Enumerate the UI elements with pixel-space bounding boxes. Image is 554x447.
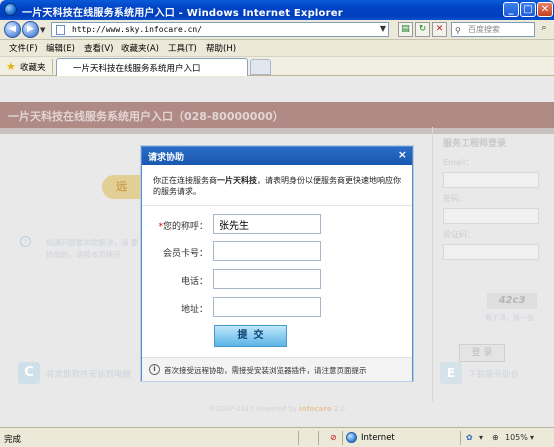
tab-bar: ★ 收藏夹 一片天科技在线服务系统用户入口: [0, 56, 554, 76]
search-input[interactable]: 百度搜索: [468, 25, 500, 34]
email-field[interactable]: [443, 172, 539, 188]
footer-brand: infocare: [299, 405, 332, 413]
dialog-header: 请求协助 ×: [142, 147, 412, 165]
captcha-label: 验证码：: [443, 230, 475, 239]
dialog-footer-text: 首次接受远程协助，需接受安装浏览器插件，请注意页面提示: [164, 366, 367, 375]
status-divider: [318, 431, 319, 445]
request-assistance-dialog: 请求协助 × 你正在连接服务商一片天科技，请表明身份以便服务商更快速地响应你的服…: [141, 146, 413, 381]
window-title-bar: 一片天科技在线服务系统用户入口 - Windows Internet Explo…: [0, 0, 554, 20]
dialog-intro: 你正在连接服务商一片天科技，请表明身份以便服务商更快速地响应你的服务请求。: [153, 175, 408, 197]
menu-edit[interactable]: 编辑(E): [46, 42, 75, 54]
privacy-icon[interactable]: ✿: [466, 433, 473, 442]
intro-company: 一片天科技: [217, 176, 257, 185]
maximize-button[interactable]: □: [520, 2, 536, 17]
zoom-level[interactable]: 105%: [505, 433, 528, 442]
engineer-login-button[interactable]: 登 录: [459, 344, 505, 362]
install-software-icon[interactable]: C: [18, 362, 40, 384]
back-icon[interactable]: ◀: [4, 21, 21, 38]
zoom-dropdown-icon[interactable]: ▾: [479, 433, 483, 442]
dialog-divider: [142, 205, 412, 206]
page-icon: [56, 25, 65, 35]
new-tab-button[interactable]: [250, 59, 271, 75]
intro-prefix: 你正在连接服务商: [153, 176, 217, 185]
tab-title: 一片天科技在线服务系统用户入口: [73, 64, 201, 74]
tab-current[interactable]: 一片天科技在线服务系统用户入口: [56, 58, 248, 76]
zoom-icon[interactable]: ⊕: [492, 433, 499, 442]
menu-file[interactable]: 文件(F): [9, 42, 38, 54]
minimize-button[interactable]: _: [503, 2, 519, 17]
protected-mode-icon[interactable]: ⊘: [330, 433, 337, 442]
phone-field[interactable]: [213, 269, 321, 289]
email-label: Email：: [443, 158, 474, 167]
address-label: 地址：: [180, 305, 208, 315]
engineer-login-panel: 服务工程师登录 Email： 密码： 验证码： 42c3 看不清，换一张 登 录: [432, 127, 550, 402]
tabbar-divider: [52, 59, 53, 74]
address-url[interactable]: http://www.sky.infocare.cn/: [72, 25, 202, 34]
status-divider: [342, 431, 343, 445]
search-icon[interactable]: ⌕: [537, 23, 551, 37]
ie-logo-icon: [4, 3, 17, 16]
dialog-title: 请求协助: [148, 153, 185, 163]
download-helpdesk-icon[interactable]: E: [440, 362, 462, 384]
member-card-label: 会员卡号：: [162, 249, 208, 259]
menu-favorites[interactable]: 收藏夹(A): [121, 42, 159, 54]
history-dropdown-icon[interactable]: ▼: [40, 26, 45, 34]
dialog-close-icon[interactable]: ×: [398, 148, 407, 161]
address-field[interactable]: [213, 297, 321, 317]
zoom-menu-icon[interactable]: ▾: [530, 433, 534, 442]
captcha-image[interactable]: 42c3: [487, 293, 537, 309]
favorites-button[interactable]: 收藏夹: [20, 61, 46, 73]
info-icon: !: [20, 236, 31, 247]
site-header: 一片天科技在线服务系统用户入口（028-80000000）: [0, 102, 554, 128]
compatibility-icon[interactable]: ▤: [398, 22, 413, 37]
status-divider: [298, 431, 299, 445]
stop-icon[interactable]: ✕: [432, 22, 447, 37]
page-footer: ©2007-2017 Powered by infocare 2.0: [0, 405, 554, 413]
search-box[interactable]: ⚲ 百度搜索: [451, 22, 535, 37]
forward-icon[interactable]: ▶: [22, 21, 39, 38]
captcha-field[interactable]: [443, 244, 539, 260]
engineer-login-title: 服务工程师登录: [443, 139, 507, 149]
menu-help[interactable]: 帮助(H): [206, 42, 236, 54]
install-software-link[interactable]: 将求助软件安装到电脑: [46, 368, 131, 380]
status-bar: 完成 ⊘ Internet ✿ ▾ ⊕ 105% ▾: [0, 427, 554, 447]
menu-view[interactable]: 查看(V): [84, 42, 113, 54]
info-text: 如遇问题要协助解决，请 要协助的，请按本页提示: [46, 238, 139, 259]
internet-zone-icon: [346, 432, 357, 443]
member-card-field[interactable]: [213, 241, 321, 261]
name-label: *您的称呼：: [158, 222, 208, 232]
menu-bar: 文件(F) 编辑(E) 查看(V) 收藏夹(A) 工具(T) 帮助(H): [0, 40, 554, 55]
address-dropdown-icon[interactable]: ▼: [380, 24, 386, 33]
info-icon: i: [149, 364, 160, 375]
footer-prefix: ©2007-2017 Powered by: [209, 405, 298, 413]
dialog-footer: i 首次接受远程协助，需接受安装浏览器插件，请注意页面提示: [142, 357, 412, 381]
search-provider-icon: ⚲: [455, 26, 461, 35]
window-title: 一片天科技在线服务系统用户入口 - Windows Internet Explo…: [22, 8, 343, 19]
phone-label: 电话：: [180, 277, 208, 287]
refresh-captcha-link[interactable]: 看不清，换一张: [485, 313, 534, 323]
navigation-bar: ◀ ▶ ▼ http://www.sky.infocare.cn/ ▼ ▤ ↻ …: [0, 20, 554, 40]
footer-suffix: 2.0: [333, 405, 345, 413]
site-title: 一片天科技在线服务系统用户入口（028-80000000）: [8, 110, 284, 123]
password-label: 密码：: [443, 194, 467, 203]
password-field[interactable]: [443, 208, 539, 224]
menu-tools[interactable]: 工具(T): [168, 42, 197, 54]
security-zone[interactable]: Internet: [361, 433, 395, 443]
status-text: 完成: [4, 435, 22, 445]
favorites-star-icon[interactable]: ★: [6, 60, 16, 73]
name-field[interactable]: [213, 214, 321, 234]
close-window-button[interactable]: ✕: [537, 2, 553, 17]
download-helpdesk-link[interactable]: 下载服务助台: [468, 368, 519, 380]
status-divider: [460, 431, 461, 445]
refresh-icon[interactable]: ↻: [415, 22, 430, 37]
address-bar[interactable]: http://www.sky.infocare.cn/ ▼: [51, 22, 389, 37]
submit-button[interactable]: 提交: [214, 325, 287, 347]
